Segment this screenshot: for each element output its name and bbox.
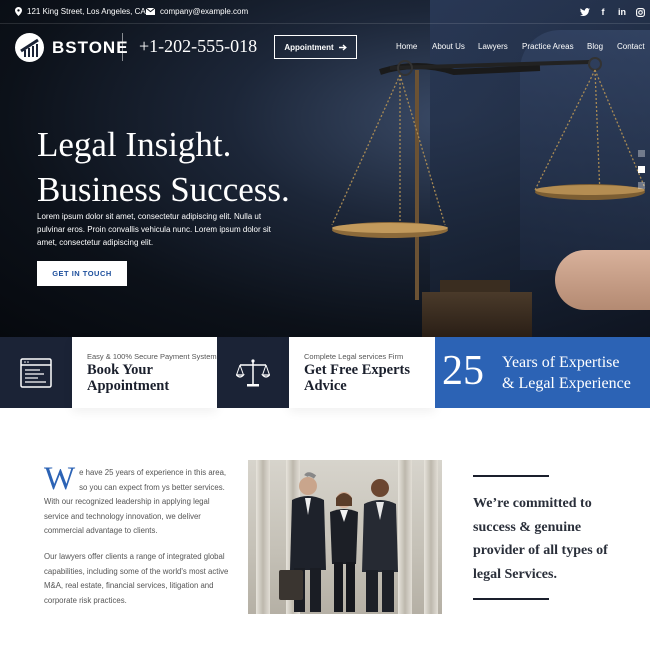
experience-stat: 25 Years of Expertise & Legal Experience bbox=[435, 337, 650, 408]
nav-about-us[interactable]: About Us bbox=[432, 42, 465, 51]
slider-dot-3[interactable] bbox=[638, 182, 645, 189]
address-text: 121 King Street, Los Angeles, CA. bbox=[27, 7, 148, 16]
nav-contact[interactable]: Contact bbox=[617, 42, 645, 51]
slider-dot-2[interactable] bbox=[638, 166, 645, 173]
location-pin-icon bbox=[15, 7, 22, 16]
hero-section: 121 King Street, Los Angeles, CA. compan… bbox=[0, 0, 650, 337]
site-logo[interactable]: BSTONE bbox=[15, 33, 129, 62]
quote-divider-bottom bbox=[473, 598, 549, 600]
top-info-bar: 121 King Street, Los Angeles, CA. compan… bbox=[0, 0, 650, 24]
header-divider bbox=[122, 33, 123, 61]
scales-of-justice-icon bbox=[236, 358, 270, 386]
email-text[interactable]: company@example.com bbox=[160, 7, 248, 16]
appointment-label: Appointment bbox=[284, 42, 334, 52]
lawyers-figures bbox=[279, 472, 398, 612]
dropcap-letter: W bbox=[44, 461, 76, 497]
experience-years-number: 25 bbox=[442, 348, 484, 394]
payment-document-icon bbox=[20, 357, 52, 388]
feature-book-appointment[interactable]: Easy & 100% Secure Payment System Book Y… bbox=[72, 337, 217, 408]
hero-headline: Legal Insight. Business Success. bbox=[37, 122, 290, 212]
feature-2-title-line1: Get Free Experts bbox=[304, 362, 411, 378]
linkedin-icon[interactable]: in bbox=[616, 6, 628, 18]
address-item: 121 King Street, Los Angeles, CA. bbox=[15, 7, 148, 16]
logo-mark-icon bbox=[15, 33, 44, 62]
scale-base bbox=[422, 292, 532, 337]
feature-2-subtitle: Complete Legal services Firm bbox=[304, 352, 404, 361]
phone-number[interactable]: +1-202-555-018 bbox=[139, 36, 257, 57]
facebook-icon[interactable]: f bbox=[597, 6, 609, 18]
feature-1-subtitle: Easy & 100% Secure Payment System bbox=[87, 352, 217, 361]
nav-blog[interactable]: Blog bbox=[587, 42, 603, 51]
feature-1-title: Book Your Appointment bbox=[87, 362, 170, 394]
about-paragraph-2: Our lawyers offer clients a range of int… bbox=[44, 552, 229, 605]
nav-home[interactable]: Home bbox=[396, 42, 417, 51]
slider-dot-1[interactable] bbox=[638, 150, 645, 157]
instagram-icon[interactable] bbox=[634, 6, 646, 18]
appointment-button[interactable]: Appointment bbox=[274, 35, 357, 59]
hero-description: Lorem ipsum dolor sit amet, consectetur … bbox=[37, 212, 271, 247]
envelope-icon bbox=[146, 8, 155, 15]
nav-practice-areas[interactable]: Practice Areas bbox=[522, 42, 574, 51]
feature-2-title: Get Free Experts Advice bbox=[304, 362, 411, 394]
twitter-icon[interactable] bbox=[579, 6, 591, 18]
nav-lawyers[interactable]: Lawyers bbox=[478, 42, 508, 51]
hero-headline-line1: Legal Insight. bbox=[37, 125, 232, 164]
experience-label-line2: & Legal Experience bbox=[502, 375, 631, 392]
feature-1-title-line1: Book Your bbox=[87, 362, 153, 378]
feature-strip: Easy & 100% Secure Payment System Book Y… bbox=[0, 337, 650, 408]
hero-headline-line2: Business Success. bbox=[37, 170, 290, 209]
experience-label-line1: Years of Expertise bbox=[502, 354, 620, 371]
feature-free-advice[interactable]: Complete Legal services Firm Get Free Ex… bbox=[289, 337, 435, 408]
slider-dots bbox=[638, 150, 645, 198]
feature-icon-cell-2 bbox=[217, 337, 289, 408]
email-item[interactable]: company@example.com bbox=[146, 7, 248, 16]
commitment-quote: We’re committed to success & genuine pro… bbox=[473, 496, 608, 582]
get-in-touch-button[interactable]: GET IN TOUCH bbox=[37, 261, 127, 286]
logo-text: BSTONE bbox=[52, 37, 129, 57]
feature-icon-cell-1 bbox=[0, 337, 72, 408]
experience-label: Years of Expertise & Legal Experience bbox=[502, 352, 631, 394]
hand-image bbox=[555, 250, 650, 310]
arrow-right-icon bbox=[338, 43, 347, 51]
quote-divider-top bbox=[473, 475, 549, 477]
lawyers-team-photo bbox=[248, 460, 442, 614]
feature-2-title-line2: Advice bbox=[304, 377, 347, 394]
about-paragraph-1: W e have 25 years of experience in this … bbox=[44, 461, 232, 539]
feature-1-title-line2: Appointment bbox=[87, 377, 170, 394]
